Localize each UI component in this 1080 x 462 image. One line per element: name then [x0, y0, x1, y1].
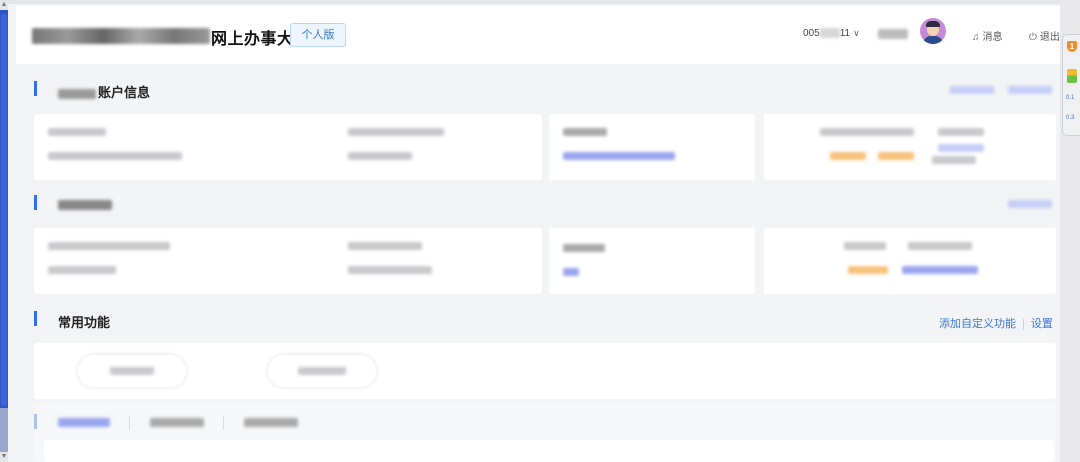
widget-stat-1: 0.1	[1066, 95, 1075, 101]
power-icon: ⏻	[1029, 32, 1037, 43]
section-accent-bar	[34, 81, 37, 96]
section-title-redacted	[58, 88, 96, 99]
info-card-1	[34, 228, 542, 294]
info-link-redacted[interactable]	[563, 268, 579, 276]
section-title-redacted	[58, 196, 114, 211]
info-card-3	[764, 228, 1056, 294]
scrollbar-track-lower	[0, 408, 8, 452]
info-card-2	[549, 228, 755, 294]
section-link-redacted[interactable]	[950, 86, 994, 94]
username-redacted	[878, 29, 908, 39]
account-balance-card	[549, 114, 755, 180]
divider: |	[1022, 318, 1025, 330]
chevron-down-icon[interactable]: ∨	[853, 28, 860, 38]
avatar[interactable]	[920, 18, 946, 44]
messages-button[interactable]: ♫ 消息	[972, 28, 1003, 43]
tab-redacted[interactable]	[150, 418, 204, 427]
common-functions-links: 添加自定义功能 | 设置	[939, 315, 1053, 331]
edition-badge[interactable]: 个人版	[290, 23, 346, 47]
scroll-up-icon[interactable]: ▲	[0, 0, 8, 10]
account-selector[interactable]: 005 11 ∨	[803, 28, 860, 39]
app-window: ▲ ▼ 网上办事大厅 个人版 005 11 ∨ ♫ 消息 ⏻ 退出 1 0.1 0.3	[0, 0, 1080, 462]
shield-icon: 1	[1067, 41, 1077, 52]
account-suffix: 11	[839, 28, 851, 39]
page-header: 网上办事大厅 个人版 005 11 ∨ ♫ 消息 ⏻ 退出	[16, 6, 1060, 64]
section-link-redacted[interactable]	[1008, 86, 1052, 94]
stats-bars-icon	[1067, 69, 1077, 83]
account-mask	[819, 28, 840, 39]
tab-redacted-active[interactable]	[58, 418, 110, 427]
site-name-redacted	[32, 28, 210, 44]
widget-stat-2: 0.3	[1066, 115, 1075, 121]
account-prefix: 005	[803, 28, 820, 39]
security-widget[interactable]: 1 0.1 0.3	[1062, 34, 1080, 136]
section-accent-bar	[34, 311, 37, 326]
content-panel	[44, 440, 1054, 462]
info-link-redacted[interactable]	[902, 266, 978, 274]
section-accent-bar	[34, 195, 37, 210]
scroll-down-icon[interactable]: ▼	[0, 452, 8, 462]
tab-redacted[interactable]	[244, 418, 298, 427]
section-accent-bar	[34, 414, 37, 429]
section-title: 常用功能	[58, 315, 111, 330]
function-shortcut-1[interactable]	[78, 355, 186, 387]
section-title-text: 账户信息	[98, 85, 151, 100]
account-basic-card	[34, 114, 542, 180]
top-border	[8, 0, 1080, 4]
left-scrollbar[interactable]: ▲ ▼	[0, 0, 8, 462]
logout-button[interactable]: ⏻ 退出	[1029, 28, 1060, 43]
settings-link[interactable]: 设置	[1031, 318, 1053, 330]
common-functions-card	[34, 343, 1056, 399]
section-title: 账户信息	[58, 82, 150, 101]
logout-label: 退出	[1039, 32, 1060, 43]
bell-icon: ♫	[972, 32, 980, 43]
function-shortcut-2[interactable]	[268, 355, 376, 387]
add-custom-function-link[interactable]: 添加自定义功能	[939, 318, 1016, 330]
section-link-redacted[interactable]	[1008, 200, 1052, 208]
account-status-card	[764, 114, 1056, 180]
scrollbar-thumb[interactable]	[1, 14, 7, 406]
messages-label: 消息	[982, 32, 1003, 43]
balance-link-redacted[interactable]	[563, 152, 675, 160]
